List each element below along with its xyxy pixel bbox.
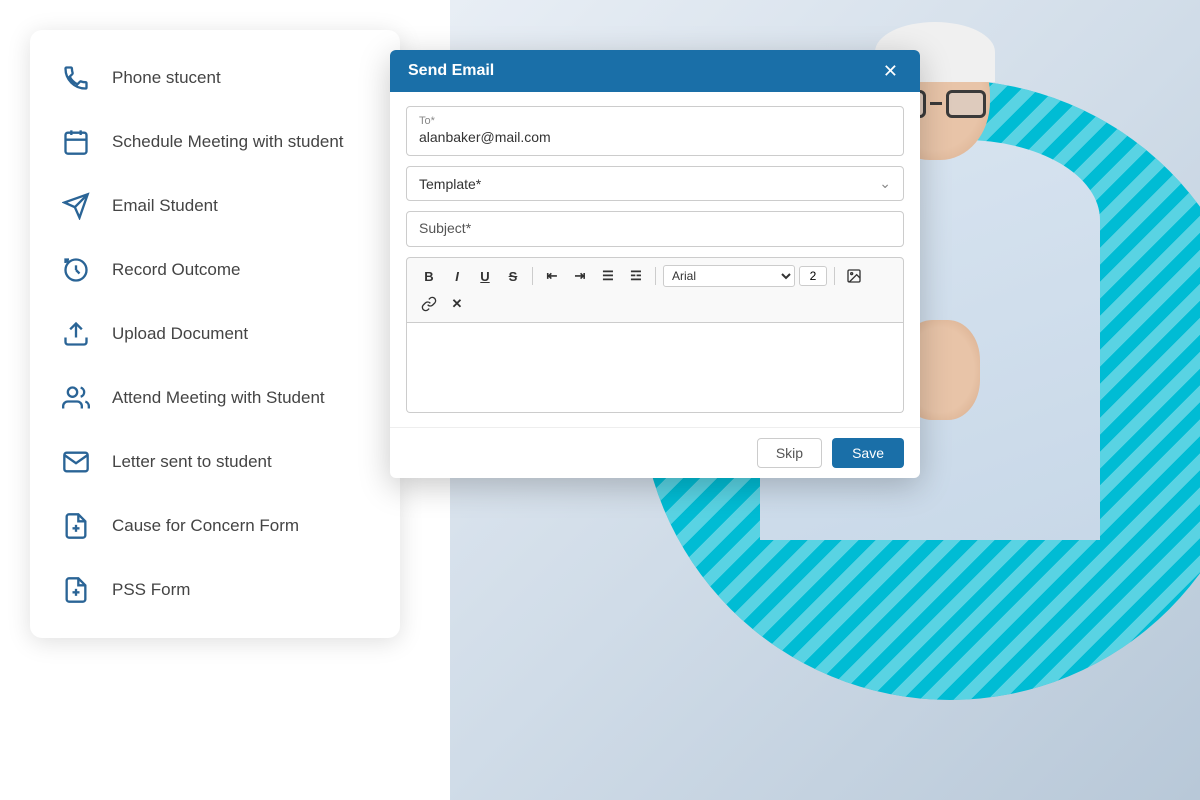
strikethrough-button[interactable]: S xyxy=(501,264,525,288)
sidebar-item-attend-meeting[interactable]: Attend Meeting with Student xyxy=(30,366,400,430)
toolbar-separator-3 xyxy=(834,267,835,285)
sidebar-label-record: Record Outcome xyxy=(112,260,241,280)
template-placeholder: Template* xyxy=(419,176,481,192)
bold-button[interactable]: B xyxy=(417,264,441,288)
font-family-select[interactable]: Arial Times New Roman Helvetica xyxy=(663,265,795,287)
modal-close-button[interactable]: ✕ xyxy=(879,62,902,80)
modal-header: Send Email ✕ xyxy=(390,50,920,92)
sidebar-label-upload: Upload Document xyxy=(112,324,248,344)
toolbar-separator-1 xyxy=(532,267,533,285)
subject-placeholder: Subject* xyxy=(419,220,471,236)
email-send-icon xyxy=(58,188,94,224)
sidebar-label-email: Email Student xyxy=(112,196,218,216)
sidebar-label-phone: Phone stucent xyxy=(112,68,221,88)
subject-field[interactable]: Subject* xyxy=(406,211,904,247)
indent-button[interactable]: ⇤ xyxy=(540,264,564,288)
sidebar-label-concern: Cause for Concern Form xyxy=(112,516,299,536)
sidebar-item-pss-form[interactable]: PSS Form xyxy=(30,558,400,622)
to-label: To* xyxy=(419,115,891,127)
modal-footer: Skip Save xyxy=(390,427,920,478)
modal-title: Send Email xyxy=(408,62,494,80)
email-modal: Send Email ✕ To* alanbaker@mail.com Temp… xyxy=(390,50,920,478)
template-dropdown-arrow: ⌄ xyxy=(879,175,891,192)
skip-button[interactable]: Skip xyxy=(757,438,822,468)
sidebar-label-letter: Letter sent to student xyxy=(112,452,272,472)
calendar-icon xyxy=(58,124,94,160)
list-ol-button[interactable]: ☲ xyxy=(624,264,648,288)
sidebar-item-upload-document[interactable]: Upload Document xyxy=(30,302,400,366)
font-size-input[interactable] xyxy=(799,266,827,286)
sidebar-item-cause-concern[interactable]: Cause for Concern Form xyxy=(30,494,400,558)
to-field[interactable]: To* alanbaker@mail.com xyxy=(406,106,904,156)
save-button[interactable]: Save xyxy=(832,438,904,468)
envelope-icon xyxy=(58,444,94,480)
sidebar-label-schedule: Schedule Meeting with student xyxy=(112,132,344,152)
email-editor-area[interactable] xyxy=(406,323,904,413)
cause-concern-icon xyxy=(58,508,94,544)
outdent-button[interactable]: ⇥ xyxy=(568,264,592,288)
group-icon xyxy=(58,380,94,416)
list-ul-button[interactable]: ☰ xyxy=(596,264,620,288)
modal-body: To* alanbaker@mail.com Template* ⌄ Subje… xyxy=(390,92,920,427)
remove-format-button[interactable]: ✕ xyxy=(445,292,469,316)
phone-icon xyxy=(58,60,94,96)
editor-toolbar: B I U S ⇤ ⇥ ☰ ☲ Arial Times New Roman He… xyxy=(406,257,904,323)
upload-document-icon xyxy=(58,316,94,352)
sidebar-item-email-student[interactable]: Email Student xyxy=(30,174,400,238)
image-button[interactable] xyxy=(842,264,866,288)
sidebar-item-record-outcome[interactable]: Record Outcome xyxy=(30,238,400,302)
toolbar-separator-2 xyxy=(655,267,656,285)
underline-button[interactable]: U xyxy=(473,264,497,288)
sidebar-item-letter-sent[interactable]: Letter sent to student xyxy=(30,430,400,494)
sidebar-label-pss: PSS Form xyxy=(112,580,190,600)
link-button[interactable] xyxy=(417,292,441,316)
record-outcome-icon xyxy=(58,252,94,288)
sidebar-item-schedule-meeting[interactable]: Schedule Meeting with student xyxy=(30,110,400,174)
pss-form-icon xyxy=(58,572,94,608)
sidebar-card: Phone stucent Schedule Meeting with stud… xyxy=(30,30,400,638)
glasses-right-lens xyxy=(946,90,986,118)
template-dropdown[interactable]: Template* ⌄ xyxy=(406,166,904,201)
sidebar-item-phone-student[interactable]: Phone stucent xyxy=(30,46,400,110)
glasses-bridge xyxy=(930,102,941,105)
to-value: alanbaker@mail.com xyxy=(419,129,551,145)
sidebar-label-attend: Attend Meeting with Student xyxy=(112,388,325,408)
italic-button[interactable]: I xyxy=(445,264,469,288)
